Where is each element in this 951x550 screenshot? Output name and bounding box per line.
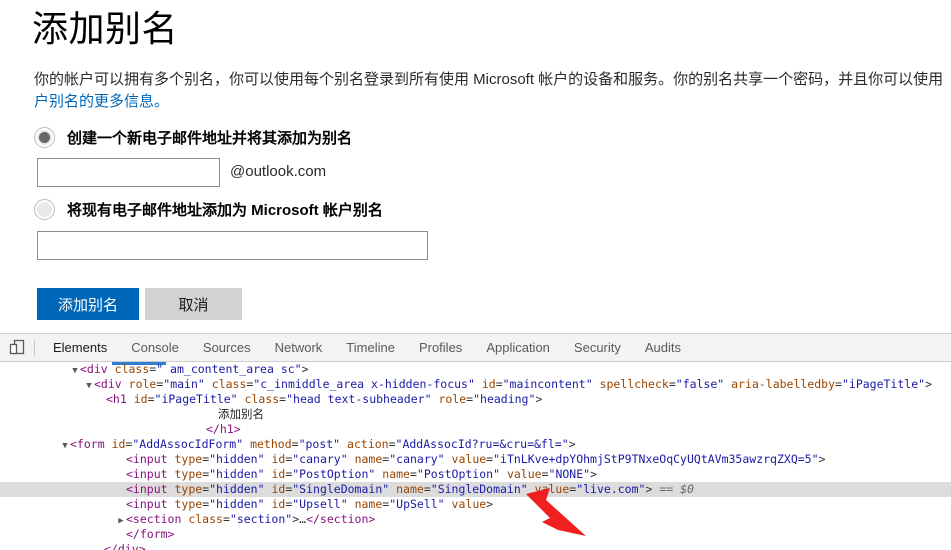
tab-security[interactable]: Security <box>562 334 633 361</box>
tag-close: > <box>301 362 309 376</box>
singledomain-value: "live.com" <box>576 482 646 496</box>
add-alias-button[interactable]: 添加别名 <box>37 288 139 320</box>
dom-node-h1-pagetitle[interactable]: <h1 id="iPageTitle" class="head text-sub… <box>0 392 951 407</box>
tag-name: <input <box>126 452 168 466</box>
description-line-1: 你的帐户可以拥有多个别名，你可以使用每个别名登录到所有使用 Microsoft … <box>34 71 944 88</box>
page-title: 添加别名 <box>32 8 179 49</box>
tab-timeline[interactable]: Timeline <box>334 334 407 361</box>
dom-node-input-canary[interactable]: <input type="hidden" id="canary" name="c… <box>0 452 951 467</box>
radio-option-existing-address[interactable]: 将现有电子邮件地址添加为 Microsoft 帐户别名 <box>34 199 383 220</box>
web-page-content: 添加别名 你的帐户可以拥有多个别名，你可以使用每个别名登录到所有使用 Micro… <box>0 0 951 333</box>
closing-tag: </div> <box>104 542 146 550</box>
dom-node-maincontent[interactable]: ▼ <div role="main" class="c_inmiddle_area… <box>0 377 951 392</box>
radio-option-new-address[interactable]: 创建一个新电子邮件地址并将其添加为别名 <box>34 127 352 148</box>
tab-network[interactable]: Network <box>263 334 335 361</box>
devtools-tabs: Elements Console Sources Network Timelin… <box>41 334 693 361</box>
tab-audits[interactable]: Audits <box>633 334 693 361</box>
tag-name: <form <box>70 437 105 451</box>
tab-application[interactable]: Application <box>474 334 562 361</box>
toolbar-divider <box>34 339 35 356</box>
dom-node-form[interactable]: ▼ <form id="AddAssocIdForm" method="post"… <box>0 437 951 452</box>
radio-new-address-label: 创建一个新电子邮件地址并将其添加为别名 <box>67 130 353 147</box>
tab-console[interactable]: Console <box>119 334 191 361</box>
dom-node-h1-close[interactable]: </h1> <box>0 422 951 437</box>
tag-name: <input <box>126 482 168 496</box>
new-alias-input[interactable] <box>37 158 220 187</box>
dom-tree[interactable]: ▼ <div class=" am_content_area sc"> ▼ <div… <box>0 362 951 550</box>
dom-node-form-close[interactable]: </form> <box>0 527 951 542</box>
radio-existing-address-label: 将现有电子邮件地址添加为 Microsoft 帐户别名 <box>67 202 383 219</box>
dom-node-div-close[interactable]: </div> <box>0 542 951 550</box>
device-toolbar-icon[interactable] <box>0 334 34 361</box>
domain-suffix-label: @outlook.com <box>230 163 327 180</box>
tag-name: <div <box>80 362 108 376</box>
existing-alias-input[interactable] <box>37 231 428 260</box>
devtools-toolbar: Elements Console Sources Network Timelin… <box>0 334 951 362</box>
page-description: 你的帐户可以拥有多个别名，你可以使用每个别名登录到所有使用 Microsoft … <box>34 69 951 113</box>
attr-value: " am_content_area sc" <box>156 362 302 376</box>
selected-node-marker: == $0 <box>659 482 694 496</box>
tab-sources[interactable]: Sources <box>191 334 263 361</box>
tab-elements[interactable]: Elements <box>41 334 119 361</box>
attr-name: class <box>114 362 150 376</box>
radio-new-address-icon[interactable] <box>34 127 55 148</box>
text-node: 添加别名 <box>218 409 264 421</box>
tag-name: <section <box>126 512 182 526</box>
account-alias-help-link[interactable]: 户别名的更多信息。 <box>34 91 951 113</box>
dom-node-input-postoption[interactable]: <input type="hidden" id="PostOption" nam… <box>0 467 951 482</box>
radio-existing-address-icon[interactable] <box>34 199 55 220</box>
dom-node-h1-text[interactable]: 添加别名 <box>0 407 951 422</box>
closing-tag: </h1> <box>206 422 241 436</box>
closing-tag: </form> <box>126 527 175 541</box>
cancel-button[interactable]: 取消 <box>145 288 242 320</box>
dom-node-section[interactable]: ▶ <section class="section">…</section> <box>0 512 951 527</box>
tag-name: <h1 <box>106 392 127 406</box>
tag-name: <div <box>94 377 122 391</box>
closing-tag: </section> <box>306 512 376 526</box>
dom-node-input-singledomain-selected[interactable]: <input type="hidden" id="SingleDomain" n… <box>0 482 951 497</box>
tab-profiles[interactable]: Profiles <box>407 334 474 361</box>
devtools-panel: Elements Console Sources Network Timelin… <box>0 333 951 550</box>
dom-node-content-area[interactable]: ▼ <div class=" am_content_area sc"> <box>0 362 951 377</box>
dom-node-input-upsell[interactable]: <input type="hidden" id="Upsell" name="U… <box>0 497 951 512</box>
tag-name: <input <box>126 497 168 511</box>
tag-name: <input <box>126 467 168 481</box>
